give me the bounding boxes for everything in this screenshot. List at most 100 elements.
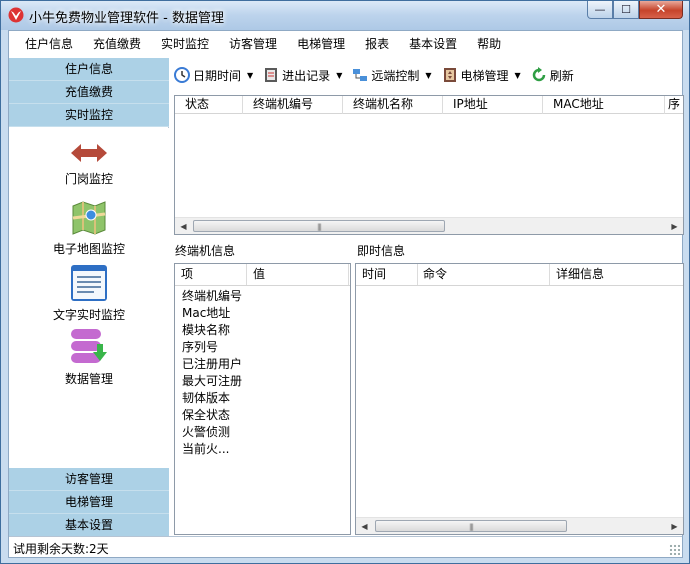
date-time-button[interactable]: 日期时间 ▼ [174, 67, 253, 84]
list-item[interactable]: Mac地址 [182, 305, 350, 322]
toolbar-label: 日期时间 [193, 68, 242, 83]
column-header-time[interactable]: 时间 [356, 264, 418, 285]
network-icon [353, 69, 368, 81]
list-item[interactable]: 序列号 [182, 339, 350, 356]
ledger-icon [265, 68, 278, 82]
list-item[interactable]: 保全状态 [182, 407, 350, 424]
nav-group-live-monitor[interactable]: 实时监控 [9, 104, 169, 127]
list-item[interactable]: 火警侦测 [182, 424, 350, 441]
instant-info-hscrollbar[interactable]: ◀ ||| ▶ [356, 517, 683, 534]
terminal-info-panel[interactable]: 项 值 终端机编号 Mac地址 模块名称 序列号 已注册用户 最大可注册 韧体版… [174, 263, 351, 535]
database-download-icon [71, 329, 107, 363]
elevator-manage-button[interactable]: 电梯管理 ▼ [442, 67, 521, 84]
list-item[interactable]: 终端机编号 [182, 288, 350, 305]
nav-tool-label: 电子地图监控 [52, 242, 125, 256]
window-controls: — ☐ ✕ [587, 1, 683, 20]
title-bar[interactable]: 小牛免费物业管理软件 - 数据管理 — ☐ ✕ [1, 1, 689, 30]
scrollbar-thumb[interactable]: ||| [193, 220, 445, 232]
document-window-icon [71, 265, 107, 301]
nav-tool-gate-monitor[interactable]: 门岗监控 [9, 140, 169, 187]
menu-bar: 住户信息 充值缴费 实时监控 访客管理 电梯管理 报表 基本设置 帮助 [9, 31, 682, 57]
grip-icon: ||| [316, 223, 322, 231]
column-header-serial[interactable]: 序 [665, 96, 683, 114]
list-item[interactable]: 模块名称 [182, 322, 350, 339]
chevron-down-icon[interactable]: ▼ [425, 71, 431, 80]
double-arrow-icon [71, 144, 107, 162]
app-window: 小牛免费物业管理软件 - 数据管理 — ☐ ✕ 住户信息 充值缴费 实时监控 访… [0, 0, 690, 564]
scrollbar-thumb[interactable]: ||| [375, 520, 567, 532]
scroll-right-icon[interactable]: ▶ [666, 218, 683, 234]
column-header-status[interactable]: 状态 [175, 96, 243, 114]
scroll-left-icon[interactable]: ◀ [175, 218, 192, 234]
instant-info-title: 即时信息 [357, 244, 406, 258]
terminal-info-title: 终端机信息 [175, 244, 236, 258]
maximize-button[interactable]: ☐ [613, 1, 639, 19]
instant-info-header: 时间 命令 详细信息 [356, 264, 683, 286]
nav-tool-map-monitor[interactable]: 电子地图监控 [9, 200, 169, 257]
nav-tools: 门岗监控 电子地图监控 文字实时监控 数据管理 [9, 128, 169, 468]
window-title: 小牛免费物业管理软件 - 数据管理 [29, 11, 224, 26]
nav-tool-label: 门岗监控 [64, 172, 113, 186]
column-header-terminal-id[interactable]: 终端机编号 [243, 96, 343, 114]
menu-live-monitor[interactable]: 实时监控 [151, 33, 219, 55]
chevron-down-icon[interactable]: ▼ [336, 71, 342, 80]
menu-settings[interactable]: 基本设置 [399, 33, 467, 55]
scroll-left-icon[interactable]: ◀ [356, 518, 373, 534]
nav-group-elevator[interactable]: 电梯管理 [9, 491, 169, 514]
column-header-command[interactable]: 命令 [418, 264, 550, 285]
remote-control-button[interactable]: 远端控制 ▼ [352, 67, 432, 84]
column-header-terminal-name[interactable]: 终端机名称 [343, 96, 443, 114]
client-area: 住户信息 充值缴费 实时监控 访客管理 电梯管理 报表 基本设置 帮助 住户信息… [8, 30, 684, 558]
list-item[interactable]: 已注册用户 [182, 356, 350, 373]
menu-reports[interactable]: 报表 [355, 33, 399, 55]
menu-elevator[interactable]: 电梯管理 [287, 33, 355, 55]
left-nav: 住户信息 充值缴费 实时监控 门岗监控 电子地图监控 文字实时监控 数据管理 访… [9, 58, 169, 537]
column-header-ip[interactable]: IP地址 [443, 96, 543, 114]
nav-group-settings[interactable]: 基本设置 [9, 514, 169, 537]
trial-days-status: 试用剩余天数:2天 [13, 542, 109, 556]
column-header-details[interactable]: 详细信息 [550, 264, 683, 285]
menu-help[interactable]: 帮助 [467, 33, 511, 55]
status-bar: 试用剩余天数:2天 [9, 536, 682, 557]
terminal-info-header: 项 值 [175, 264, 350, 286]
toolbar-label: 远端控制 [371, 68, 420, 83]
minimize-button[interactable]: — [587, 1, 613, 19]
nav-group-recharge[interactable]: 充值缴费 [9, 81, 169, 104]
column-header-mac[interactable]: MAC地址 [543, 96, 665, 114]
nav-bottom-groups: 访客管理 电梯管理 基本设置 [9, 468, 169, 537]
terminal-info-list: 终端机编号 Mac地址 模块名称 序列号 已注册用户 最大可注册 韧体版本 保全… [175, 286, 350, 458]
close-button[interactable]: ✕ [639, 1, 683, 19]
elevator-icon [443, 68, 456, 82]
nav-group-visitor[interactable]: 访客管理 [9, 468, 169, 491]
list-item[interactable]: 当前火... [182, 441, 350, 458]
nav-tool-label: 数据管理 [64, 372, 113, 386]
terminal-table-hscrollbar[interactable]: ◀ ||| ▶ [175, 217, 683, 234]
menu-visitor[interactable]: 访客管理 [219, 33, 287, 55]
scroll-right-icon[interactable]: ▶ [666, 518, 683, 534]
refresh-icon [532, 67, 545, 82]
toolbar-label: 进出记录 [282, 68, 331, 83]
toolbar: 日期时间 ▼ 进出记录 ▼ 远端控制 ▼ 电梯管理 ▼ 刷新 [174, 63, 584, 87]
clock-icon [174, 67, 190, 83]
nav-tool-text-monitor[interactable]: 文字实时监控 [9, 264, 169, 323]
nav-tool-label: 文字实时监控 [52, 308, 125, 322]
menu-resident-info[interactable]: 住户信息 [15, 33, 83, 55]
menu-recharge[interactable]: 充值缴费 [83, 33, 151, 55]
nav-tool-data-manage[interactable]: 数据管理 [9, 328, 169, 387]
app-logo-icon [8, 7, 24, 23]
list-item[interactable]: 最大可注册 [182, 373, 350, 390]
list-item[interactable]: 韧体版本 [182, 390, 350, 407]
chevron-down-icon[interactable]: ▼ [515, 71, 521, 80]
column-header-value[interactable]: 值 [247, 264, 349, 285]
access-records-button[interactable]: 进出记录 ▼ [263, 67, 342, 84]
refresh-button[interactable]: 刷新 [531, 67, 574, 84]
terminal-table[interactable]: 状态 终端机编号 终端机名称 IP地址 MAC地址 序 ◀ ||| ▶ [174, 95, 684, 235]
chevron-down-icon[interactable]: ▼ [247, 71, 253, 80]
instant-info-panel[interactable]: 时间 命令 详细信息 ◀ ||| ▶ [355, 263, 684, 535]
toolbar-label: 电梯管理 [460, 68, 509, 83]
map-icon [72, 201, 106, 235]
nav-group-resident-info[interactable]: 住户信息 [9, 58, 169, 81]
column-header-item[interactable]: 项 [175, 264, 247, 285]
resize-grip-icon[interactable] [669, 544, 680, 555]
toolbar-label: 刷新 [549, 68, 574, 83]
